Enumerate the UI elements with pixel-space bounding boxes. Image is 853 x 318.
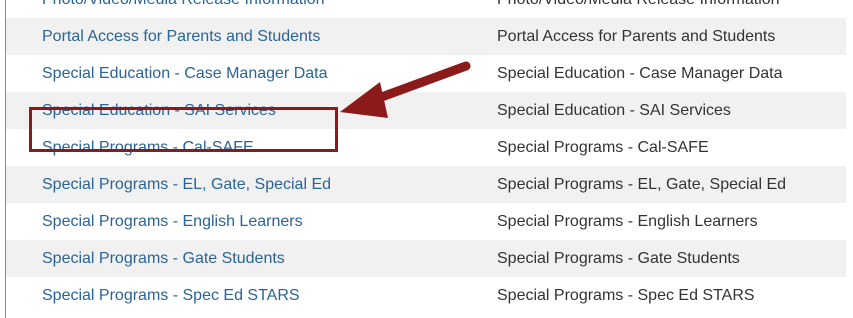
row-description: Special Programs - EL, Gate, Special Ed [497, 176, 787, 193]
row-link[interactable]: Special Programs - Cal-SAFE [42, 129, 254, 166]
table-row-highlighted: Special Education - SAI Services Special… [6, 92, 846, 129]
table-row: Special Programs - EL, Gate, Special Ed … [6, 166, 846, 203]
row-link[interactable]: Special Programs - Gate Students [42, 240, 285, 277]
screenshot-frame: Photo/Video/Media Release Information Ph… [0, 0, 853, 318]
row-description: Special Education - SAI Services [497, 102, 731, 119]
row-link[interactable]: Portal Access for Parents and Students [42, 18, 320, 55]
table-row: Portal Access for Parents and Students P… [6, 18, 846, 55]
row-description: Special Programs - Gate Students [497, 250, 740, 267]
row-description: Photo/Video/Media Release Information [497, 0, 780, 18]
row-description: Portal Access for Parents and Students [497, 28, 776, 45]
row-description: Special Programs - Cal-SAFE [497, 139, 709, 156]
fields-table: Photo/Video/Media Release Information Ph… [6, 0, 846, 314]
row-link[interactable]: Special Programs - EL, Gate, Special Ed [42, 166, 331, 203]
row-description: Special Programs - Spec Ed STARS [497, 287, 755, 304]
table-row: Special Programs - Cal-SAFE Special Prog… [6, 129, 846, 166]
table-row: Special Programs - Spec Ed STARS Special… [6, 277, 846, 314]
row-link[interactable]: Photo/Video/Media Release Information [42, 0, 325, 18]
row-link[interactable]: Special Education - Case Manager Data [42, 55, 328, 92]
table-row: Special Programs - English Learners Spec… [6, 203, 846, 240]
row-description: Special Programs - English Learners [497, 213, 758, 230]
row-link[interactable]: Special Programs - Spec Ed STARS [42, 277, 300, 314]
table-row: Special Programs - Gate Students Special… [6, 240, 846, 277]
table-row: Special Education - Case Manager Data Sp… [6, 55, 846, 92]
row-link[interactable]: Special Education - SAI Services [42, 92, 276, 129]
table-row: Photo/Video/Media Release Information Ph… [6, 0, 846, 18]
row-link[interactable]: Special Programs - English Learners [42, 203, 303, 240]
row-description: Special Education - Case Manager Data [497, 65, 783, 82]
